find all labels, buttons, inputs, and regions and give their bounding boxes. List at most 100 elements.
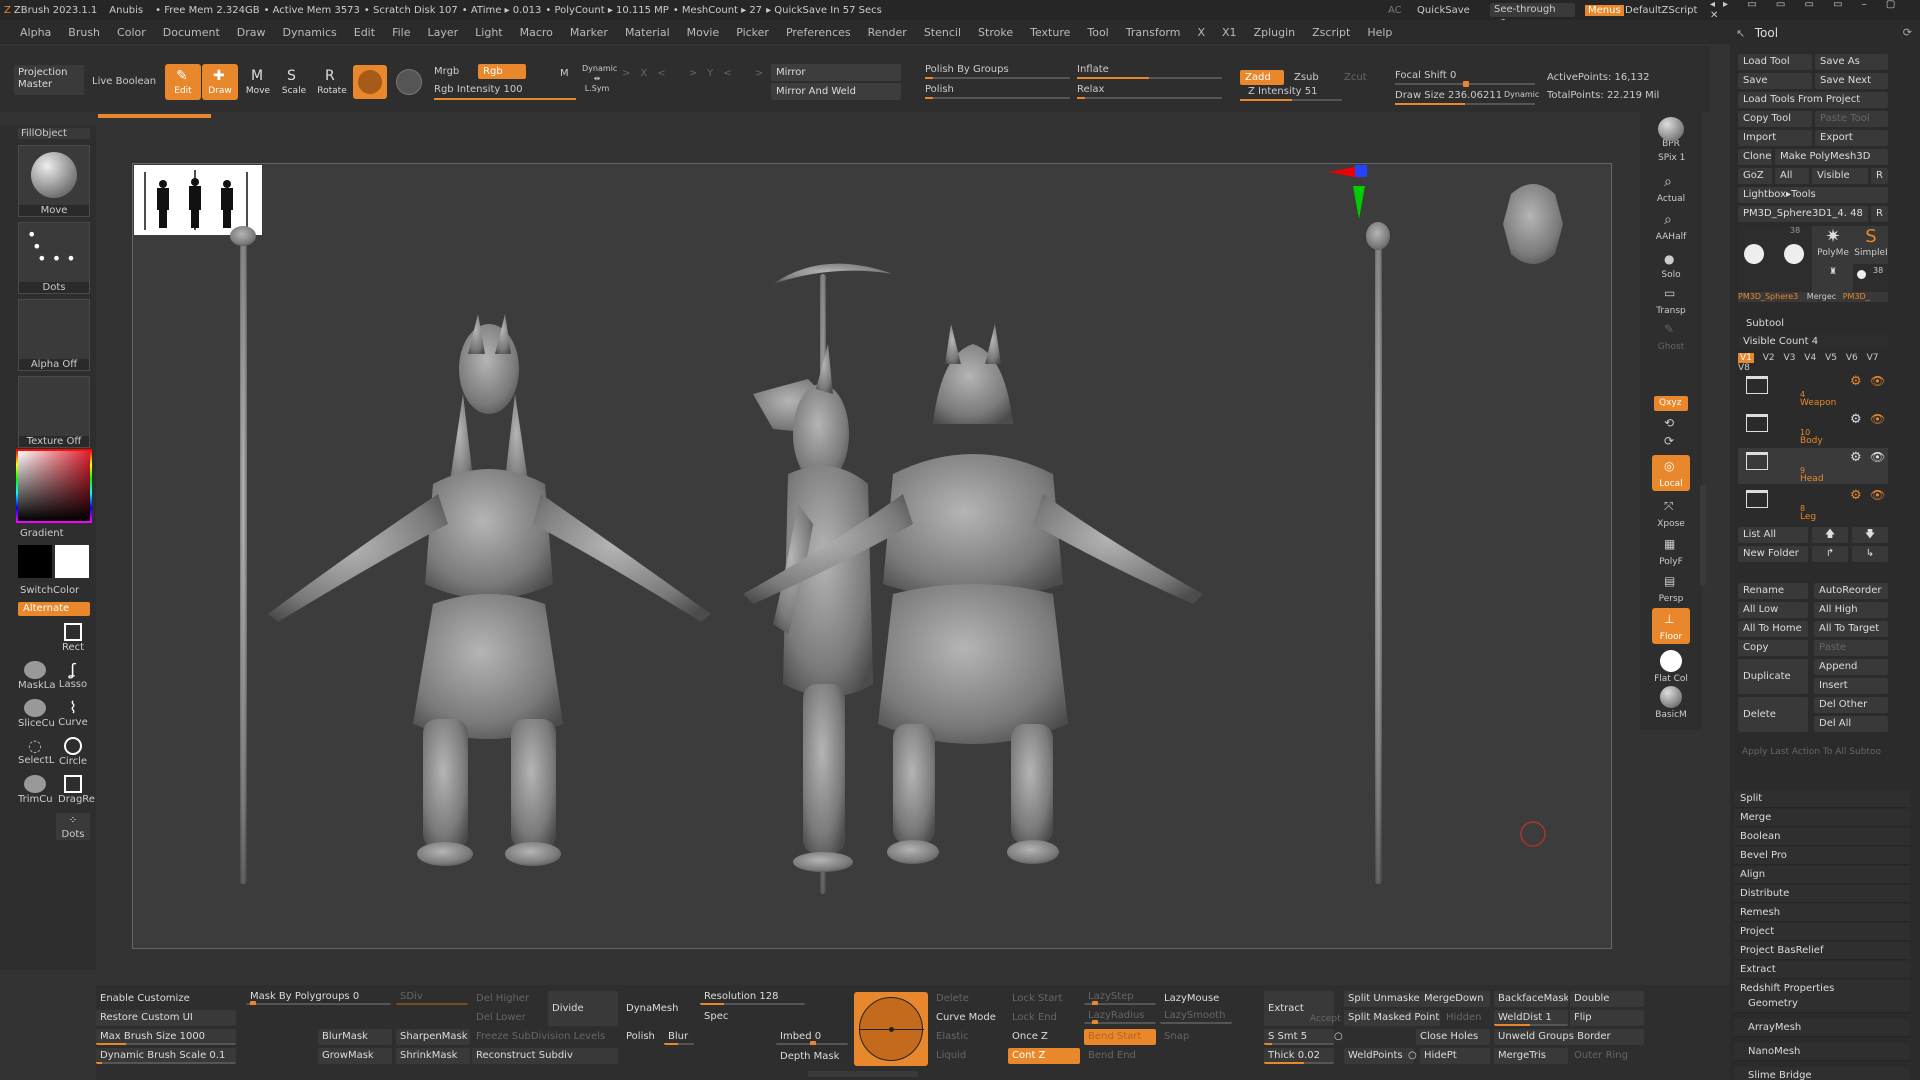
eye-icon[interactable]: 👁 [1870,412,1885,426]
goz-visible-button[interactable]: Visible [1812,168,1868,184]
window-controls[interactable]: ◂▸ ▭ ▭ ▭ ▭ – ▢ ✕ [1710,0,1908,21]
dynamic-brush-scale-slider[interactable]: Dynamic Brush Scale 0.1 [96,1048,236,1064]
subtool-header[interactable]: Subtool [1746,318,1784,329]
freeze-subdivision-button[interactable]: Freeze SubDivision Levels [472,1029,618,1045]
see-through-slider[interactable]: See-through 0 [1490,3,1575,29]
inflate-slider[interactable]: Inflate [1077,64,1222,79]
accept-button[interactable]: Accept [1306,1011,1342,1027]
version-v2[interactable]: V2 [1763,353,1775,363]
section-extract[interactable]: Extract [1734,961,1910,979]
menu-macro[interactable]: Macro [520,26,553,39]
relax-slider[interactable]: Relax [1077,84,1222,99]
thick-slider[interactable]: Thick 0.02 [1264,1048,1334,1064]
move-down-arrow-icon[interactable]: 🡇 [1852,527,1888,543]
all-to-home-button[interactable]: All To Home [1738,621,1808,637]
section-project-basrelief[interactable]: Project BasRelief [1734,942,1910,960]
version-v1[interactable]: V1 [1738,353,1754,363]
weldpoints-radio-icon[interactable]: ○ [1408,1048,1420,1064]
material-sphere-orange-icon[interactable] [353,65,387,99]
enable-customize-button[interactable]: Enable Customize [96,991,236,1007]
hidden-button[interactable]: Hidden [1442,1010,1490,1026]
actual-button[interactable]: ⌕ Actual [1652,170,1690,206]
menu-light[interactable]: Light [475,26,502,39]
flip-button[interactable]: Flip [1570,1010,1644,1026]
all-low-button[interactable]: All Low [1738,602,1808,618]
viewport-canvas[interactable] [132,163,1612,949]
lock-end-button[interactable]: Lock End [1008,1010,1080,1026]
resolution-slider[interactable]: Resolution 128 [700,989,805,1005]
switchcolor-button[interactable]: SwitchColor [20,585,79,596]
edit-button[interactable]: ✎ Edit [165,64,201,100]
copy-button[interactable]: Copy [1738,640,1808,656]
shelf-collapse-handle[interactable] [808,1071,918,1077]
section-project[interactable]: Project [1734,923,1910,941]
mrgb-button[interactable]: Mrgb [434,66,459,77]
mirror-and-weld-button[interactable]: Mirror And Weld [771,83,901,100]
save-as-button[interactable]: Save As [1815,54,1888,70]
flat-color-button[interactable]: Flat Col [1652,650,1690,686]
apply-last-action-button[interactable]: Apply Last Action To All Subtoo [1742,747,1892,757]
rename-button[interactable]: Rename [1738,583,1808,599]
copy-tool-button[interactable]: Copy Tool [1738,111,1812,127]
paste-tool-button[interactable]: Paste Tool [1815,111,1888,127]
version-v7[interactable]: V7 [1867,353,1879,363]
split-masked-points-button[interactable]: Split Masked Points [1344,1010,1440,1026]
mirror-button[interactable]: Mirror [771,64,901,81]
mask-by-polygroups-slider[interactable]: Mask By Polygroups 0 [246,989,391,1005]
lazysmooth-slider[interactable]: LazySmooth [1160,1008,1232,1024]
section-nanomesh[interactable]: NanoMesh [1734,1043,1910,1061]
liquid-button[interactable]: Liquid [932,1048,1004,1064]
basic-material-button[interactable]: BasicM [1652,686,1690,722]
duplicate-button[interactable]: Duplicate [1738,659,1808,694]
brush-thumbnail[interactable]: Move [18,145,90,217]
m-button[interactable]: M [560,68,569,79]
version-v4[interactable]: V4 [1804,353,1816,363]
menus-toggle[interactable]: Menus [1585,4,1624,16]
weldpoints-button[interactable]: WeldPoints [1344,1048,1414,1064]
menu-alpha[interactable]: Alpha [20,26,51,39]
menu-transform[interactable]: Transform [1126,26,1181,39]
dragre-tool[interactable]: DragRe [58,775,95,805]
tool-thumb-sphere-1[interactable]: 38 [1738,226,1812,292]
menu-preferences[interactable]: Preferences [786,26,851,39]
cont-z-button[interactable]: Cont Z [1008,1048,1080,1064]
paste-button[interactable]: Paste [1814,640,1888,656]
load-tool-button[interactable]: Load Tool [1738,54,1812,70]
section-geometry[interactable]: Geometry [1734,995,1910,1013]
elastic-button[interactable]: Elastic [932,1029,1004,1045]
s-smt-slider[interactable]: S Smt 5 [1264,1029,1334,1045]
secondary-color-swatch[interactable] [18,545,52,578]
make-polymesh-button[interactable]: Make PolyMesh3D [1775,149,1888,165]
live-boolean-button[interactable]: Live Boolean [92,76,156,87]
s-smt-radio-icon[interactable]: ○ [1334,1029,1346,1045]
alpha-thumbnail[interactable]: Alpha Off [18,299,90,371]
section-distribute[interactable]: Distribute [1734,885,1910,903]
menu-x[interactable]: X [1197,26,1205,39]
scale-button[interactable]: S Scale [276,64,312,100]
bend-end-button[interactable]: Bend End [1084,1048,1156,1064]
menu-render[interactable]: Render [868,26,907,39]
all-to-target-button[interactable]: All To Target [1814,621,1888,637]
del-lower-button[interactable]: Del Lower [472,1010,544,1026]
menu-movie[interactable]: Movie [687,26,720,39]
menu-edit[interactable]: Edit [354,26,375,39]
menu-document[interactable]: Document [163,26,220,39]
mergedown-button[interactable]: MergeDown [1420,991,1490,1007]
color-picker[interactable] [16,449,92,523]
lazystep-slider[interactable]: LazyStep [1084,989,1156,1005]
section-boolean[interactable]: Boolean [1734,828,1910,846]
maskla-tool[interactable]: MaskLa [18,661,55,691]
folder-move2-icon[interactable]: ↳ [1852,546,1888,562]
snap-button[interactable]: Snap [1160,1029,1232,1045]
dots-stroke-tool[interactable]: ⁘ Dots [56,813,90,840]
panel-refresh-icon[interactable]: ⟳ [1903,23,1912,43]
gradient-button[interactable]: Gradient [20,528,64,539]
ghost-button[interactable]: ✎ Ghost [1652,318,1690,354]
rect-tool[interactable]: Rect [58,623,88,653]
dynamesh-button[interactable]: DynaMesh [622,991,696,1026]
append-button[interactable]: Append [1814,659,1888,675]
polish-slider[interactable]: Polish [925,84,1070,99]
eye-icon[interactable]: 👁 [1870,488,1885,502]
simple-brush-thumb[interactable]: S SimpleI [1853,226,1889,262]
unweld-groups-border-button[interactable]: Unweld Groups Border [1494,1029,1644,1045]
